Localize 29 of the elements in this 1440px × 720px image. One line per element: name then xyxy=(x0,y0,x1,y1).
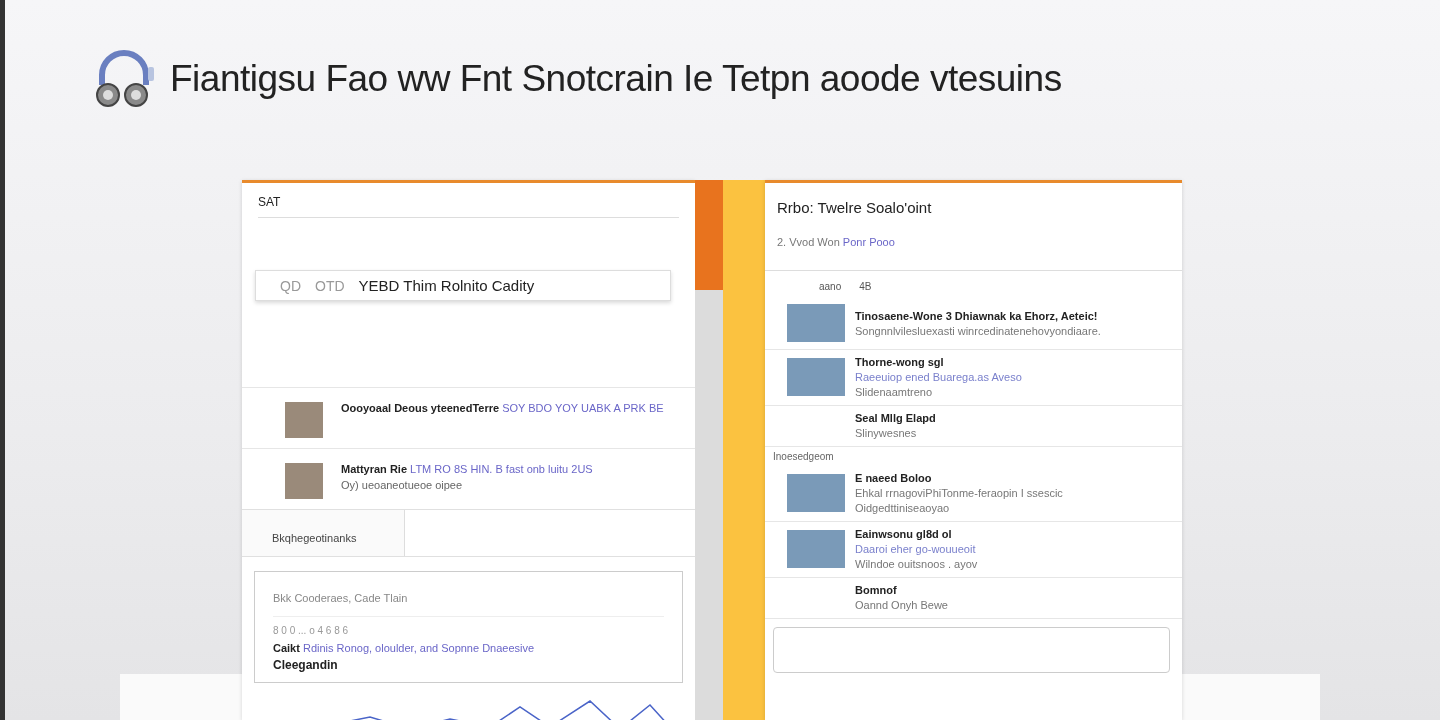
card-title: Bkk Cooderaes, Cade Tlain xyxy=(273,592,664,617)
photo-placeholder xyxy=(787,474,845,512)
list-item[interactable]: Eainwsonu gl8d ol Daaroi eher go-wouueoit Wilndoe ouitsnoos . ayov xyxy=(765,522,1182,578)
message-text: Mattyran Rie LTM RO 8S HIN. B fast onb luitu 2US xyxy=(341,463,593,475)
panel-subtitle: 2. Vvod Won Ponr Pooo xyxy=(765,226,1182,271)
message-preview: Oy) ueoaneotueoe oipee xyxy=(341,479,464,491)
card-meta: 8 0 0 ... o 4 6 8 6 xyxy=(273,625,350,636)
card-footer: Cleegandin xyxy=(273,658,664,672)
search-field[interactable]: QD OTD YEBD Thim Rolnito Cadity xyxy=(255,270,671,301)
section-label: Inoesedgeom xyxy=(772,450,835,464)
tab[interactable]: Bkqhegeotinanks xyxy=(242,510,405,556)
avatar-placeholder xyxy=(285,402,323,438)
list-item[interactable]: E naeed Boloo Ehkal rrnagoviPhiTonme-feraopin I ssescic Oidgedttiniseaoyao xyxy=(765,466,1182,522)
photo-placeholder xyxy=(787,304,845,342)
panel-label: SAT xyxy=(257,194,282,211)
card-text: Caikt Rdinis Ronog, oloulder, and Sopnne Dnaeesive xyxy=(273,642,536,654)
page-title: Fiantigsu Fao ww Fnt Snotcrain Ie Tetpn aoode vtesuins xyxy=(170,58,1062,100)
list-header-label: 4B xyxy=(859,281,872,292)
list-item[interactable]: Thorne-wong sgl Raeeuiop ened Buarega.as Aveso Slidenaamtreno xyxy=(765,350,1182,406)
message-text: Oooyoaal Deous yteenedTerre SOY BDO YOY UABK A PRK BE xyxy=(341,402,664,414)
list-item[interactable]: Seal Mllg Elapd Slinywesnes xyxy=(765,406,1182,447)
list-header-label: aano xyxy=(819,281,842,292)
photo-placeholder xyxy=(787,358,845,396)
list-item[interactable]: Bomnof Oannd Onyh Bewe xyxy=(765,578,1182,619)
avatar-placeholder xyxy=(285,463,323,499)
panel-title: Rrbo: Twelre Soalo'oint xyxy=(776,198,933,218)
input-field[interactable] xyxy=(773,627,1170,673)
list-item[interactable]: Tinosaene-Wone 3 Dhiawnak ka Ehorz, Aeteic! Songnnlvilesluexasti winrcedinatenehovyondiaare. xyxy=(765,298,1182,350)
photo-placeholder xyxy=(787,530,845,568)
